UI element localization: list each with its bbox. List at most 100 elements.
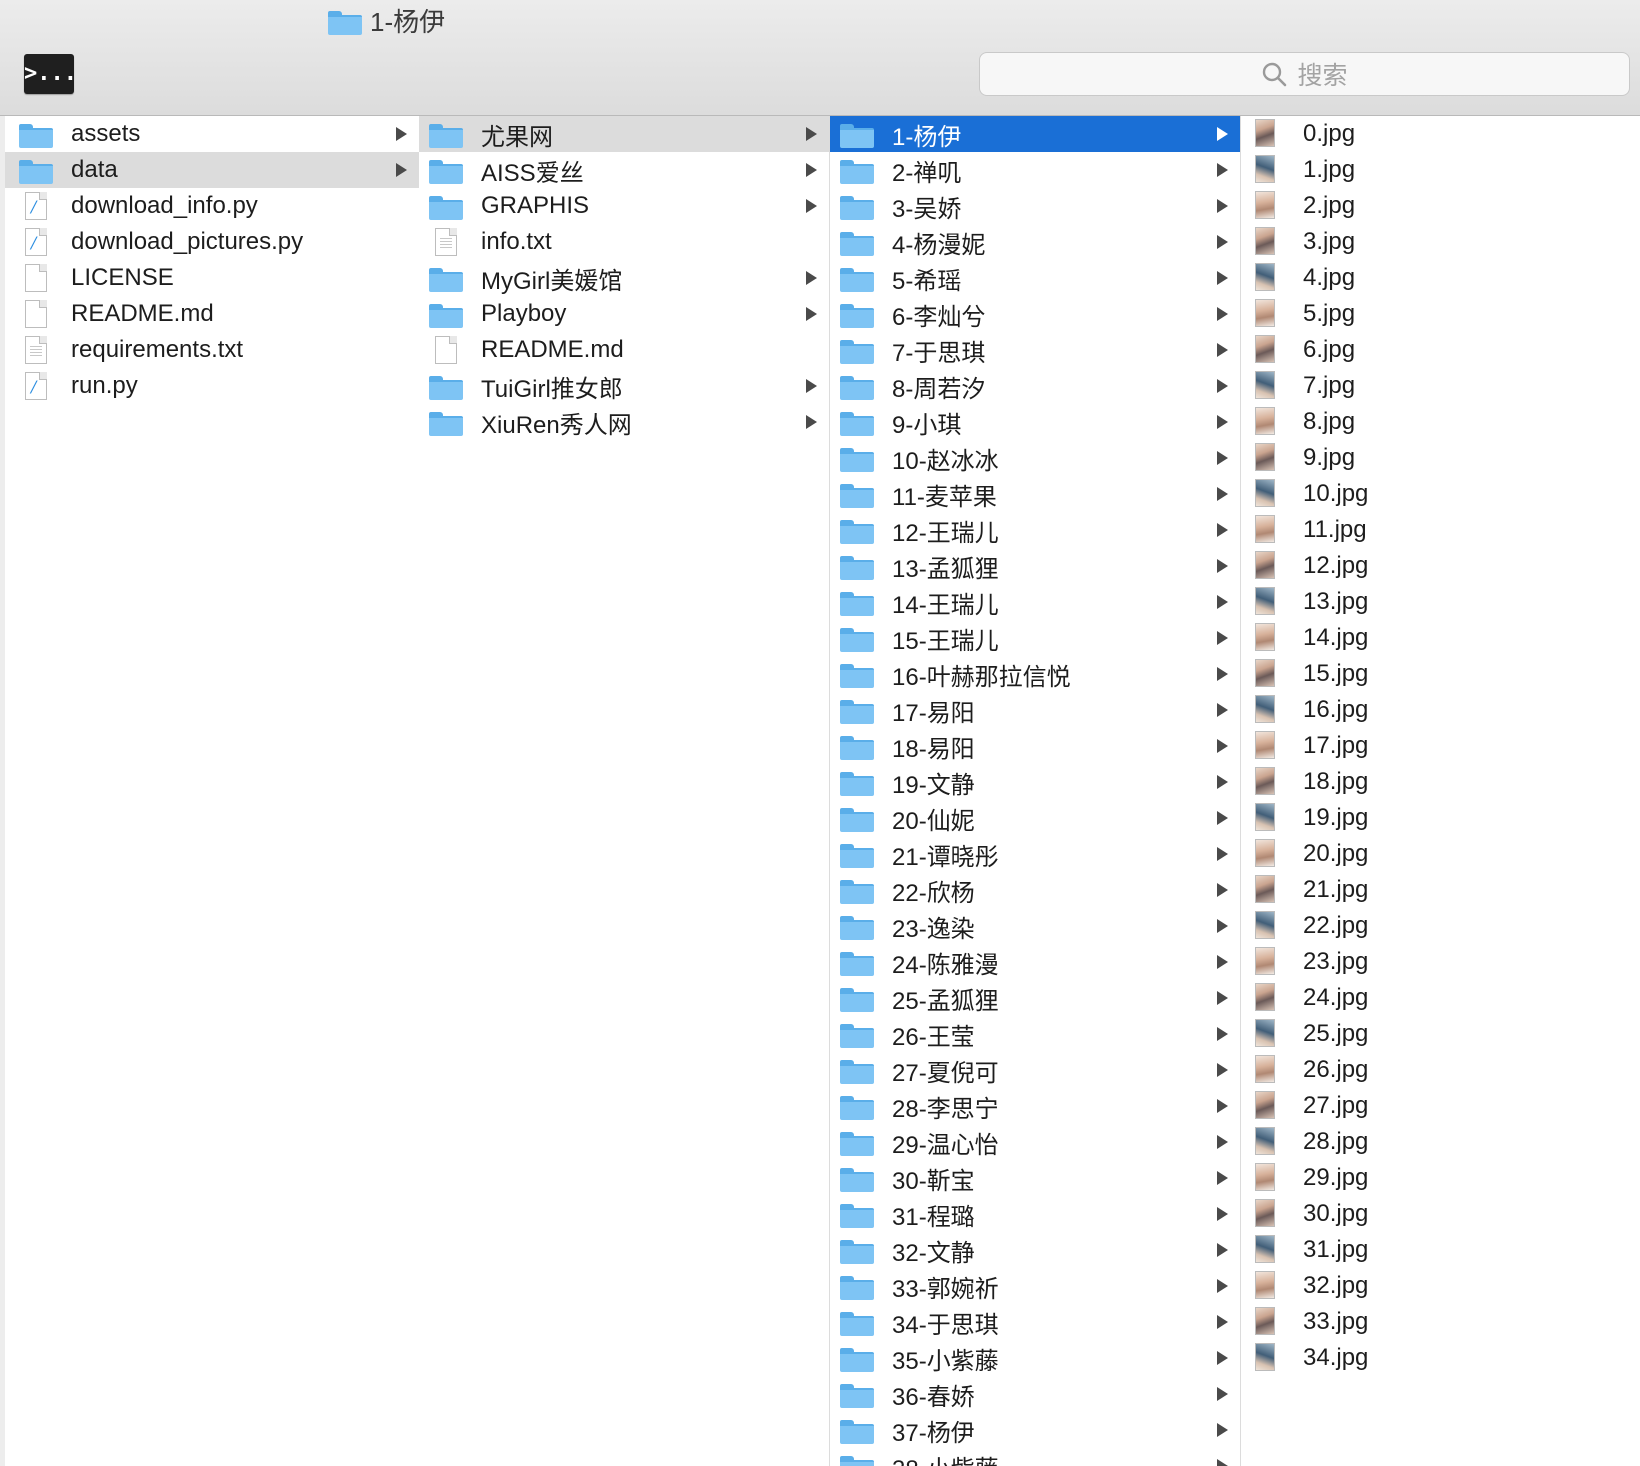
folder-row[interactable]: 31-程璐	[830, 1196, 1240, 1232]
folder-row[interactable]: GRAPHIS	[419, 188, 829, 224]
file-row[interactable]: 22.jpg	[1241, 908, 1640, 944]
file-row[interactable]: README.md	[419, 332, 829, 368]
item-label: 24.jpg	[1303, 984, 1369, 1011]
folder-row[interactable]: data	[5, 152, 419, 188]
folder-row[interactable]: 18-易阳	[830, 728, 1240, 764]
file-row[interactable]: 18.jpg	[1241, 764, 1640, 800]
file-row[interactable]: 7.jpg	[1241, 368, 1640, 404]
folder-row[interactable]: 27-夏倪可	[830, 1052, 1240, 1088]
folder-row[interactable]: XiuRen秀人网	[419, 404, 829, 440]
file-row[interactable]: 0.jpg	[1241, 116, 1640, 152]
folder-row[interactable]: 25-孟狐狸	[830, 980, 1240, 1016]
file-row[interactable]: info.txt	[419, 224, 829, 260]
folder-row[interactable]: 12-王瑞儿	[830, 512, 1240, 548]
folder-row[interactable]: 29-温心怡	[830, 1124, 1240, 1160]
folder-row[interactable]: assets	[5, 116, 419, 152]
folder-row[interactable]: 11-麦苹果	[830, 476, 1240, 512]
folder-row[interactable]: 19-文静	[830, 764, 1240, 800]
folder-row[interactable]: 1-杨伊	[830, 116, 1240, 152]
column-yang-yi[interactable]: 0.jpg 1.jpg 2.jpg 3.jpg 4.jpg 5.jpg 6.jpg 7.jpg…	[1241, 116, 1640, 1466]
folder-row[interactable]: AISS爱丝	[419, 152, 829, 188]
folder-row[interactable]: 24-陈雅漫	[830, 944, 1240, 980]
file-row[interactable]: 9.jpg	[1241, 440, 1640, 476]
file-row[interactable]: 27.jpg	[1241, 1088, 1640, 1124]
file-row[interactable]: / download_info.py	[5, 188, 419, 224]
file-row[interactable]: 23.jpg	[1241, 944, 1640, 980]
folder-row[interactable]: 28-李思宁	[830, 1088, 1240, 1124]
file-row[interactable]: 8.jpg	[1241, 404, 1640, 440]
folder-row[interactable]: 3-吴娇	[830, 188, 1240, 224]
file-row[interactable]: 21.jpg	[1241, 872, 1640, 908]
folder-row[interactable]: 33-郭婉祈	[830, 1268, 1240, 1304]
folder-row[interactable]: 37-杨伊	[830, 1412, 1240, 1448]
file-row[interactable]: / download_pictures.py	[5, 224, 419, 260]
folder-row[interactable]: 4-杨漫妮	[830, 224, 1240, 260]
folder-row[interactable]: 13-孟狐狸	[830, 548, 1240, 584]
file-row[interactable]: 3.jpg	[1241, 224, 1640, 260]
folder-row[interactable]: 14-王瑞儿	[830, 584, 1240, 620]
file-row[interactable]: README.md	[5, 296, 419, 332]
file-row[interactable]: 26.jpg	[1241, 1052, 1640, 1088]
file-row[interactable]: 19.jpg	[1241, 800, 1640, 836]
folder-row[interactable]: 22-欣杨	[830, 872, 1240, 908]
file-row[interactable]: 29.jpg	[1241, 1160, 1640, 1196]
file-row[interactable]: requirements.txt	[5, 332, 419, 368]
folder-row[interactable]: Playboy	[419, 296, 829, 332]
terminal-button[interactable]: >...	[24, 54, 77, 94]
item-label: 23.jpg	[1303, 948, 1369, 975]
column-youguo[interactable]: 1-杨伊 2-禅叽 3-吴娇 4-杨漫妮 5-希瑶 6-李灿兮 7-于思琪 8-周若汐 9-小琪…	[830, 116, 1241, 1466]
folder-row[interactable]: 2-禅叽	[830, 152, 1240, 188]
column-data[interactable]: 尤果网 AISS爱丝 GRAPHIS info.txt MyGirl美媛馆 Playboy…	[419, 116, 830, 1466]
file-row[interactable]: 34.jpg	[1241, 1340, 1640, 1376]
file-row[interactable]: 12.jpg	[1241, 548, 1640, 584]
folder-row[interactable]: 10-赵冰冰	[830, 440, 1240, 476]
folder-row[interactable]: 30-靳宝	[830, 1160, 1240, 1196]
file-row[interactable]: 11.jpg	[1241, 512, 1640, 548]
folder-icon	[840, 984, 874, 1012]
folder-row[interactable]: 32-文静	[830, 1232, 1240, 1268]
file-row[interactable]: 4.jpg	[1241, 260, 1640, 296]
folder-row[interactable]: 21-谭晓彤	[830, 836, 1240, 872]
file-row[interactable]: 20.jpg	[1241, 836, 1640, 872]
folder-row[interactable]: 20-仙妮	[830, 800, 1240, 836]
file-row[interactable]: LICENSE	[5, 260, 419, 296]
folder-row[interactable]: 5-希瑶	[830, 260, 1240, 296]
folder-row[interactable]: TuiGirl推女郎	[419, 368, 829, 404]
folder-row[interactable]: 15-王瑞儿	[830, 620, 1240, 656]
folder-row[interactable]: 7-于思琪	[830, 332, 1240, 368]
folder-icon	[840, 840, 874, 868]
file-row[interactable]: 2.jpg	[1241, 188, 1640, 224]
file-row[interactable]: 24.jpg	[1241, 980, 1640, 1016]
file-row[interactable]: 16.jpg	[1241, 692, 1640, 728]
file-row[interactable]: 28.jpg	[1241, 1124, 1640, 1160]
file-row[interactable]: 1.jpg	[1241, 152, 1640, 188]
file-row[interactable]: 17.jpg	[1241, 728, 1640, 764]
folder-row[interactable]: 尤果网	[419, 116, 829, 152]
file-row[interactable]: 13.jpg	[1241, 584, 1640, 620]
folder-row[interactable]: 36-春娇	[830, 1376, 1240, 1412]
file-row[interactable]: 32.jpg	[1241, 1268, 1640, 1304]
folder-row[interactable]: MyGirl美媛馆	[419, 260, 829, 296]
file-row[interactable]: 33.jpg	[1241, 1304, 1640, 1340]
search-field[interactable]: 搜索	[979, 52, 1630, 96]
file-row[interactable]: 25.jpg	[1241, 1016, 1640, 1052]
folder-row[interactable]: 9-小琪	[830, 404, 1240, 440]
folder-row[interactable]: 23-逸染	[830, 908, 1240, 944]
folder-row[interactable]: 35-小紫藤	[830, 1340, 1240, 1376]
file-row[interactable]: 14.jpg	[1241, 620, 1640, 656]
folder-row[interactable]: 6-李灿兮	[830, 296, 1240, 332]
folder-row[interactable]: 34-于思琪	[830, 1304, 1240, 1340]
file-row[interactable]: 5.jpg	[1241, 296, 1640, 332]
file-row[interactable]: 6.jpg	[1241, 332, 1640, 368]
folder-row[interactable]: 26-王莹	[830, 1016, 1240, 1052]
file-row[interactable]: 31.jpg	[1241, 1232, 1640, 1268]
file-row[interactable]: / run.py	[5, 368, 419, 404]
folder-row[interactable]: 16-叶赫那拉信悦	[830, 656, 1240, 692]
folder-row[interactable]: 17-易阳	[830, 692, 1240, 728]
file-row[interactable]: 30.jpg	[1241, 1196, 1640, 1232]
file-row[interactable]: 10.jpg	[1241, 476, 1640, 512]
folder-row[interactable]: 8-周若汐	[830, 368, 1240, 404]
file-row[interactable]: 15.jpg	[1241, 656, 1640, 692]
folder-row[interactable]: 38-小紫藤	[830, 1448, 1240, 1466]
column-root[interactable]: assets data / download_info.py / download_pic…	[0, 116, 420, 1466]
